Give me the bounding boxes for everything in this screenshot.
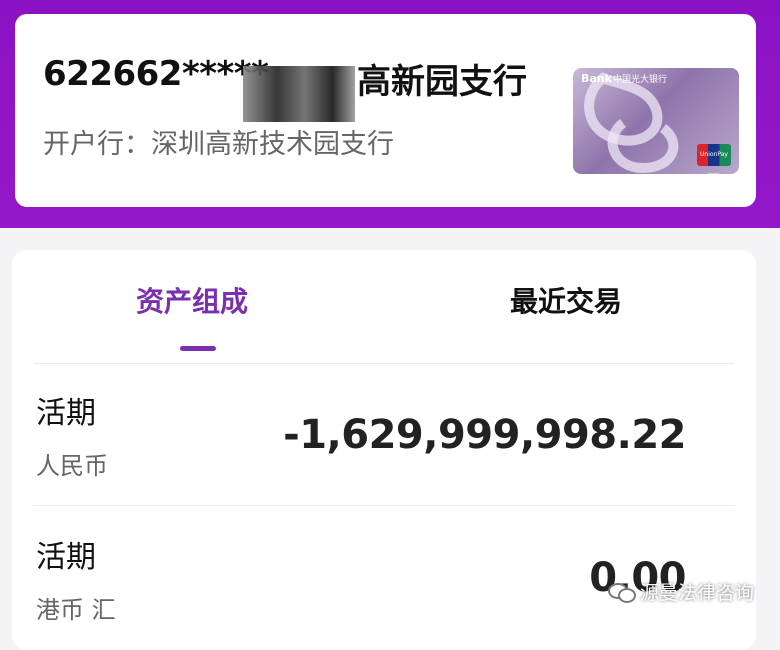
watermark: 源曼法律咨询 <box>608 574 754 608</box>
tab-recent-transactions[interactable]: 最近交易 <box>510 280 622 320</box>
tab-asset-composition[interactable]: 资产组成 <box>136 280 248 320</box>
unionpay-icon: UnionPay 银联 <box>697 144 731 174</box>
watermark-text: 源曼法律咨询 <box>640 581 755 604</box>
holding-amount: -1,629,999,998.22 <box>283 412 686 458</box>
holding-currency: 港币 汇 <box>36 596 116 624</box>
redaction-blur <box>243 66 355 122</box>
account-number: 622662***** <box>43 54 269 94</box>
bank-card-image: Bank 中国光大银行 UnionPay 银联 <box>573 68 739 174</box>
wechat-icon <box>608 581 636 603</box>
divider <box>34 505 734 506</box>
divider <box>34 363 734 364</box>
account-card[interactable]: 622662***** 高新园支行 开户行：深圳高新技术园支行 Bank 中国光… <box>15 14 756 207</box>
holding-currency: 人民币 <box>36 452 108 480</box>
holding-type: 活期 <box>36 396 96 431</box>
card-brand-cn: 中国光大银行 <box>613 75 668 85</box>
holding-type: 活期 <box>36 540 96 575</box>
open-bank-label: 开户行：深圳高新技术园支行 <box>43 129 394 160</box>
card-brand: Bank <box>581 72 612 85</box>
branch-name: 高新园支行 <box>357 62 527 102</box>
active-tab-indicator <box>180 346 216 351</box>
